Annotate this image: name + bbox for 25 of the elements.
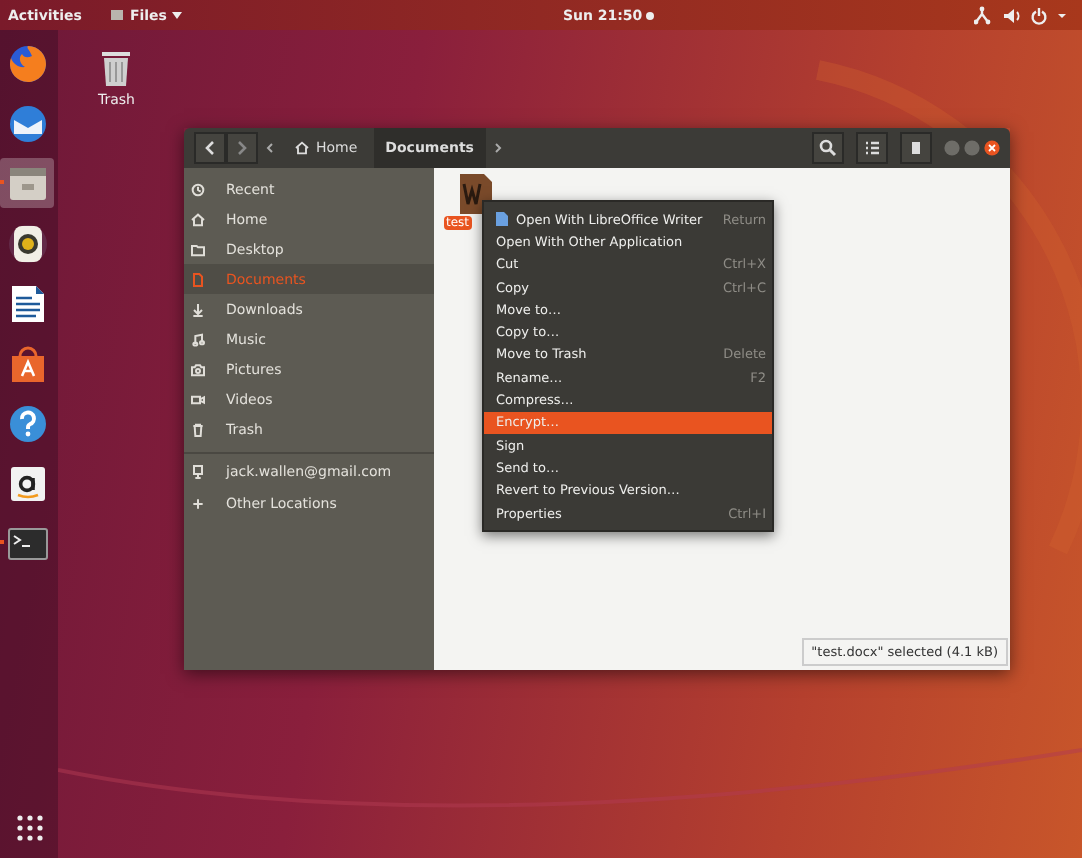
cabinet-icon — [109, 8, 124, 22]
recent-icon — [190, 181, 206, 197]
caret-icon — [172, 11, 183, 19]
back-button[interactable] — [194, 132, 226, 164]
document-icon — [496, 212, 508, 227]
account-icon — [190, 463, 206, 479]
trash-icon — [190, 421, 206, 437]
document-icon — [190, 271, 206, 287]
video-icon — [190, 391, 206, 407]
menu-button[interactable] — [900, 132, 932, 164]
close-button[interactable] — [984, 140, 1000, 156]
forward-button[interactable] — [226, 132, 258, 164]
show-applications-icon[interactable] — [15, 814, 43, 842]
home-icon — [190, 211, 206, 227]
search-button[interactable] — [812, 132, 844, 164]
trash-can-icon[interactable] — [100, 48, 133, 88]
folder-icon — [190, 241, 206, 257]
view-list-button[interactable] — [856, 132, 888, 164]
camera-icon — [190, 361, 206, 377]
home-icon — [294, 140, 310, 156]
notification-dot-icon — [646, 11, 655, 19]
add-icon — [190, 495, 206, 511]
download-icon — [190, 301, 206, 317]
files-launcher[interactable] — [0, 158, 54, 208]
music-icon — [190, 331, 206, 347]
